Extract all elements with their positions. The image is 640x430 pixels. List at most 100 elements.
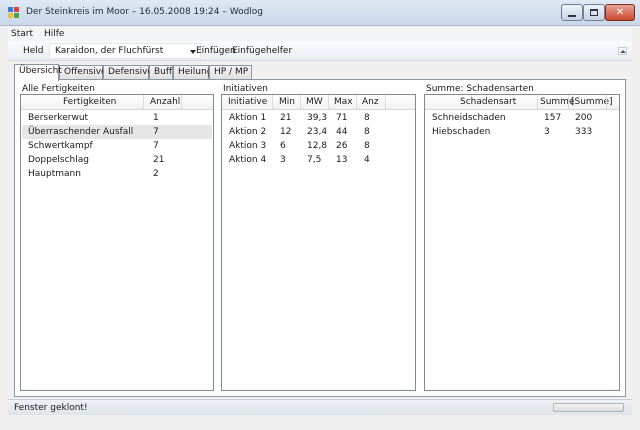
initiative-cell: Aktion 4	[229, 155, 267, 165]
col-summe[interactable]: Summe	[540, 97, 575, 107]
mw-cell: 7,5	[307, 155, 322, 165]
list-item[interactable]: Doppelschlag 21	[22, 153, 212, 167]
status-bar: Fenster geklont!	[8, 399, 632, 415]
col-max[interactable]: Max	[334, 97, 353, 107]
fertigkeit-anzahl: 1	[153, 113, 159, 123]
col-anzahl[interactable]: Anzahl	[150, 97, 180, 107]
menu-bar: Start Hilfe	[8, 27, 632, 41]
column-separator[interactable]	[143, 95, 144, 110]
column-separator[interactable]	[356, 95, 357, 110]
column-separator[interactable]	[328, 95, 329, 110]
menu-hilfe[interactable]: Hilfe	[44, 29, 64, 39]
initiative-cell: Aktion 1	[229, 113, 267, 123]
initiativen-list[interactable]: Initiative Min MW Max Anz Aktion 1 21 39…	[221, 94, 416, 391]
progress-bar	[553, 403, 624, 412]
fertigkeiten-group-label: Alle Fertigkeiten	[22, 84, 95, 94]
list-item-selected[interactable]: Überraschender Ausfall 7	[22, 125, 212, 139]
col-min[interactable]: Min	[279, 97, 295, 107]
tab-defensive[interactable]: Defensive	[103, 65, 153, 80]
title-bar[interactable]: Der Steinkreis im Moor – 16.05.2008 19:2…	[0, 0, 640, 26]
fertigkeiten-header: Fertigkeiten Anzahl	[21, 95, 213, 110]
max-cell: 26	[336, 141, 348, 151]
schadensarten-list[interactable]: Schadensart Summe [Summe] Schneidschaden…	[424, 94, 620, 391]
tab-offensive[interactable]: Offensive	[59, 65, 107, 80]
min-cell: 12	[280, 127, 292, 137]
maximize-button[interactable]	[583, 4, 605, 21]
column-separator[interactable]	[181, 95, 182, 110]
table-row[interactable]: Aktion 4 3 7,5 13 4	[223, 153, 414, 167]
column-separator[interactable]	[385, 95, 386, 110]
list-item[interactable]: Schwertkampf 7	[22, 139, 212, 153]
fertigkeit-name: Überraschender Ausfall	[28, 127, 134, 137]
table-row[interactable]: Aktion 2 12 23,4 44 8	[223, 125, 414, 139]
held-label: Held	[23, 46, 44, 56]
tab-heilung[interactable]: Heilung	[173, 65, 212, 80]
column-separator[interactable]	[300, 95, 301, 110]
anz-cell: 8	[364, 127, 370, 137]
schadensart-cell: Schneidschaden	[432, 113, 506, 123]
einfuegehelfer-button[interactable]: Einfügehelfer	[232, 46, 292, 56]
schadensart-cell: Hiebschaden	[432, 127, 491, 137]
initiative-cell: Aktion 2	[229, 127, 267, 137]
tab-uebersicht[interactable]: Übersicht	[14, 64, 62, 81]
app-window: Der Steinkreis im Moor – 16.05.2008 19:2…	[0, 0, 640, 430]
tab-hp-mp[interactable]: HP / MP	[209, 65, 252, 80]
table-row[interactable]: Aktion 3 6 12,8 26 8	[223, 139, 414, 153]
min-cell: 3	[280, 155, 286, 165]
toolbar: Held Karaidon, der Fluchfürst Einfügen E…	[8, 41, 632, 61]
mw-cell: 12,8	[307, 141, 328, 151]
tab-buff[interactable]: Buff	[149, 65, 173, 80]
collapse-toolbar-icon[interactable]	[618, 47, 627, 55]
menu-start[interactable]: Start	[11, 29, 33, 39]
column-separator[interactable]	[606, 95, 607, 110]
list-item[interactable]: Hauptmann 2	[22, 167, 212, 181]
minimize-icon	[568, 14, 576, 17]
fertigkeit-anzahl: 7	[153, 141, 159, 151]
schadensarten-group-label: Summe: Schadensarten	[426, 84, 534, 94]
schadensarten-header: Schadensart Summe [Summe]	[425, 95, 619, 110]
table-row[interactable]: Schneidschaden 157 200	[426, 111, 618, 125]
table-row[interactable]: Aktion 1 21 39,3 71 8	[223, 111, 414, 125]
min-cell: 6	[280, 141, 286, 151]
initiative-cell: Aktion 3	[229, 141, 267, 151]
col-mw[interactable]: MW	[306, 97, 323, 107]
column-separator[interactable]	[568, 95, 569, 110]
table-row[interactable]: Hiebschaden 3 333	[426, 125, 618, 139]
initiativen-header: Initiative Min MW Max Anz	[222, 95, 415, 110]
anz-cell: 4	[364, 155, 370, 165]
mw-cell: 23,4	[307, 127, 328, 137]
col-initiative[interactable]: Initiative	[228, 97, 267, 107]
list-item[interactable]: Berserkerwut 1	[22, 111, 212, 125]
held-dropdown[interactable]: Karaidon, der Fluchfürst	[49, 43, 201, 59]
col-fertigkeiten[interactable]: Fertigkeiten	[63, 97, 116, 107]
column-separator[interactable]	[537, 95, 538, 110]
fertigkeit-name: Hauptmann	[28, 169, 81, 179]
fertigkeit-name: Berserkerwut	[28, 113, 89, 123]
held-selected-value: Karaidon, der Fluchfürst	[55, 46, 164, 56]
maximize-icon	[590, 9, 598, 16]
close-button[interactable]: ✕	[605, 4, 635, 21]
fertigkeit-name: Doppelschlag	[28, 155, 89, 165]
minimize-button[interactable]	[561, 4, 583, 21]
close-icon: ✕	[615, 6, 625, 18]
max-cell: 44	[336, 127, 348, 137]
einfuegen-button[interactable]: Einfügen	[196, 46, 236, 56]
window-title: Der Steinkreis im Moor – 16.05.2008 19:2…	[26, 7, 264, 17]
app-icon	[8, 7, 20, 19]
fertigkeiten-list[interactable]: Fertigkeiten Anzahl Berserkerwut 1 Überr…	[20, 94, 214, 391]
mw-cell: 39,3	[307, 113, 328, 123]
summe-bracket-cell: 200	[575, 113, 593, 123]
col-anz[interactable]: Anz	[362, 97, 379, 107]
overview-panel: Alle Fertigkeiten Fertigkeiten Anzahl Be…	[14, 79, 626, 397]
status-text: Fenster geklont!	[14, 403, 88, 413]
anz-cell: 8	[364, 141, 370, 151]
fertigkeit-anzahl: 2	[153, 169, 159, 179]
column-separator[interactable]	[272, 95, 273, 110]
fertigkeit-anzahl: 7	[153, 127, 159, 137]
anz-cell: 8	[364, 113, 370, 123]
col-schadensart[interactable]: Schadensart	[460, 97, 516, 107]
fertigkeit-anzahl: 21	[153, 155, 165, 165]
initiativen-group-label: Initiativen	[223, 84, 268, 94]
max-cell: 13	[336, 155, 348, 165]
max-cell: 71	[336, 113, 348, 123]
